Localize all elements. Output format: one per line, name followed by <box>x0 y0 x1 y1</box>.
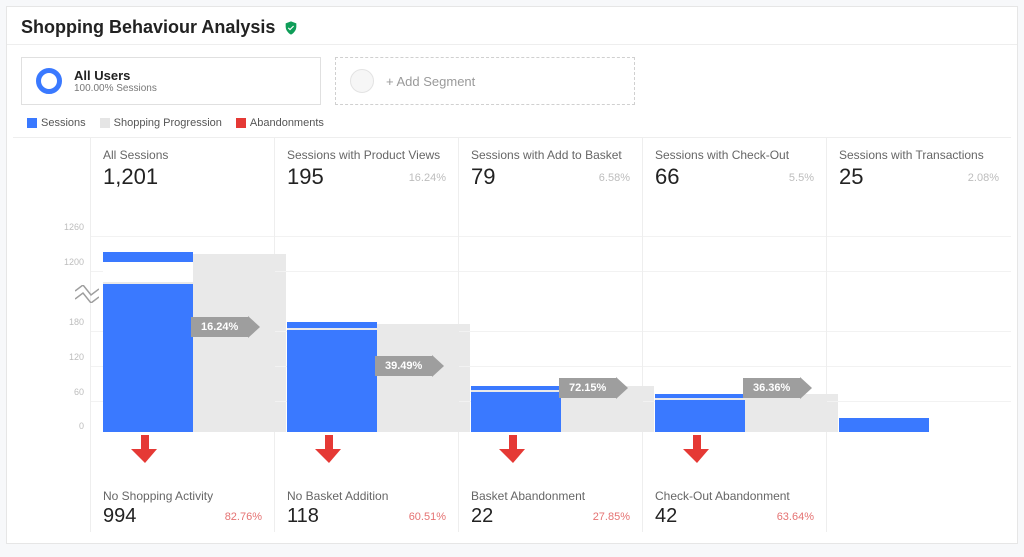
y-axis-plot: 0 60 120 180 1200 1260 <box>13 198 90 432</box>
abandon-pct: 60.51% <box>409 511 446 523</box>
stage-checkout[interactable]: Sessions with Check-Out 66 5.5% 36.36% <box>643 138 827 532</box>
stage-bar <box>471 386 561 432</box>
stage-pct: 5.5% <box>789 172 814 184</box>
legend-item-progression: Shopping Progression <box>100 117 222 129</box>
report-header: Shopping Behaviour Analysis <box>7 7 1017 45</box>
verified-shield-icon <box>283 20 299 36</box>
y-tick: 1200 <box>64 257 84 267</box>
abandon-label: Basket Abandonment <box>471 489 630 503</box>
abandon-label: Check-Out Abandonment <box>655 489 814 503</box>
y-tick: 120 <box>69 352 84 362</box>
abandon-pct: 63.64% <box>777 511 814 523</box>
segment-subtitle: 100.00% Sessions <box>74 83 157 94</box>
report-card: Shopping Behaviour Analysis All Users 10… <box>6 6 1018 544</box>
abandon-label: No Basket Addition <box>287 489 446 503</box>
abandon-value: 42 <box>655 505 677 528</box>
add-segment-circle-icon <box>350 69 374 93</box>
legend-item-abandonments: Abandonments <box>236 117 324 129</box>
swatch-progression-icon <box>100 118 110 128</box>
progress-arrow: 36.36% <box>743 377 812 399</box>
stage-product-views[interactable]: Sessions with Product Views 195 16.24% 3… <box>275 138 459 532</box>
page-title: Shopping Behaviour Analysis <box>21 17 275 38</box>
stage-bar <box>103 252 193 432</box>
progress-arrow: 72.15% <box>559 377 628 399</box>
segment-all-users[interactable]: All Users 100.00% Sessions <box>21 57 321 105</box>
progress-arrow: 16.24% <box>191 316 260 338</box>
legend-item-sessions: Sessions <box>27 117 86 129</box>
stage-label: Sessions with Add to Basket <box>471 148 630 162</box>
stage-all-sessions[interactable]: All Sessions 1,201 16.24% <box>91 138 275 532</box>
stage-label: Sessions with Transactions <box>839 148 999 162</box>
progress-arrow: 39.49% <box>375 355 444 377</box>
stage-label: Sessions with Check-Out <box>655 148 814 162</box>
abandon-value: 994 <box>103 505 136 528</box>
abandon-pct: 27.85% <box>593 511 630 523</box>
add-segment-label: + Add Segment <box>386 74 475 89</box>
stage-pct: 16.24% <box>409 172 446 184</box>
funnel-chart: 0 60 120 180 1200 1260 All Sessions 1,20… <box>13 137 1011 532</box>
stage-value: 1,201 <box>103 164 262 190</box>
stage-pct: 2.08% <box>968 172 999 184</box>
stage-add-to-basket[interactable]: Sessions with Add to Basket 79 6.58% 72.… <box>459 138 643 532</box>
swatch-sessions-icon <box>27 118 37 128</box>
y-tick: 1260 <box>64 222 84 232</box>
abandon-arrow-icon <box>499 435 527 468</box>
stage-bar <box>655 394 745 432</box>
abandon-value: 118 <box>287 505 319 528</box>
y-tick: 60 <box>74 387 84 397</box>
stage-pct: 6.58% <box>599 172 630 184</box>
stage-bar <box>287 322 377 432</box>
swatch-abandonments-icon <box>236 118 246 128</box>
stage-transactions[interactable]: Sessions with Transactions 25 2.08% <box>827 138 1011 532</box>
abandon-value: 22 <box>471 505 493 528</box>
y-axis: 0 60 120 180 1200 1260 <box>13 138 91 532</box>
abandon-arrow-icon <box>683 435 711 468</box>
stage-label: Sessions with Product Views <box>287 148 446 162</box>
legend: Sessions Shopping Progression Abandonmen… <box>7 113 1017 137</box>
stage-bar <box>839 416 929 432</box>
segments-row: All Users 100.00% Sessions + Add Segment <box>7 45 1017 113</box>
abandon-label: No Shopping Activity <box>103 489 262 503</box>
segment-title: All Users <box>74 68 157 83</box>
abandon-arrow-icon <box>131 435 159 468</box>
y-tick: 180 <box>69 317 84 327</box>
y-tick: 0 <box>79 421 84 431</box>
abandon-pct: 82.76% <box>225 511 262 523</box>
add-segment-button[interactable]: + Add Segment <box>335 57 635 105</box>
segment-ring-icon <box>36 68 62 94</box>
abandon-arrow-icon <box>315 435 343 468</box>
stage-label: All Sessions <box>103 148 262 162</box>
